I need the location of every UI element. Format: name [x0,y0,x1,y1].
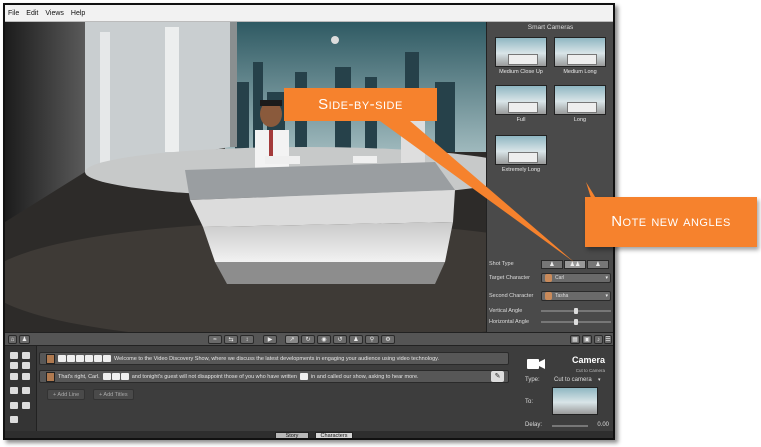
note-new-angles-callout: Note new angles [585,197,757,247]
side-by-side-callout: Side-by-side [284,88,437,121]
side-by-side-arrow [380,121,574,262]
